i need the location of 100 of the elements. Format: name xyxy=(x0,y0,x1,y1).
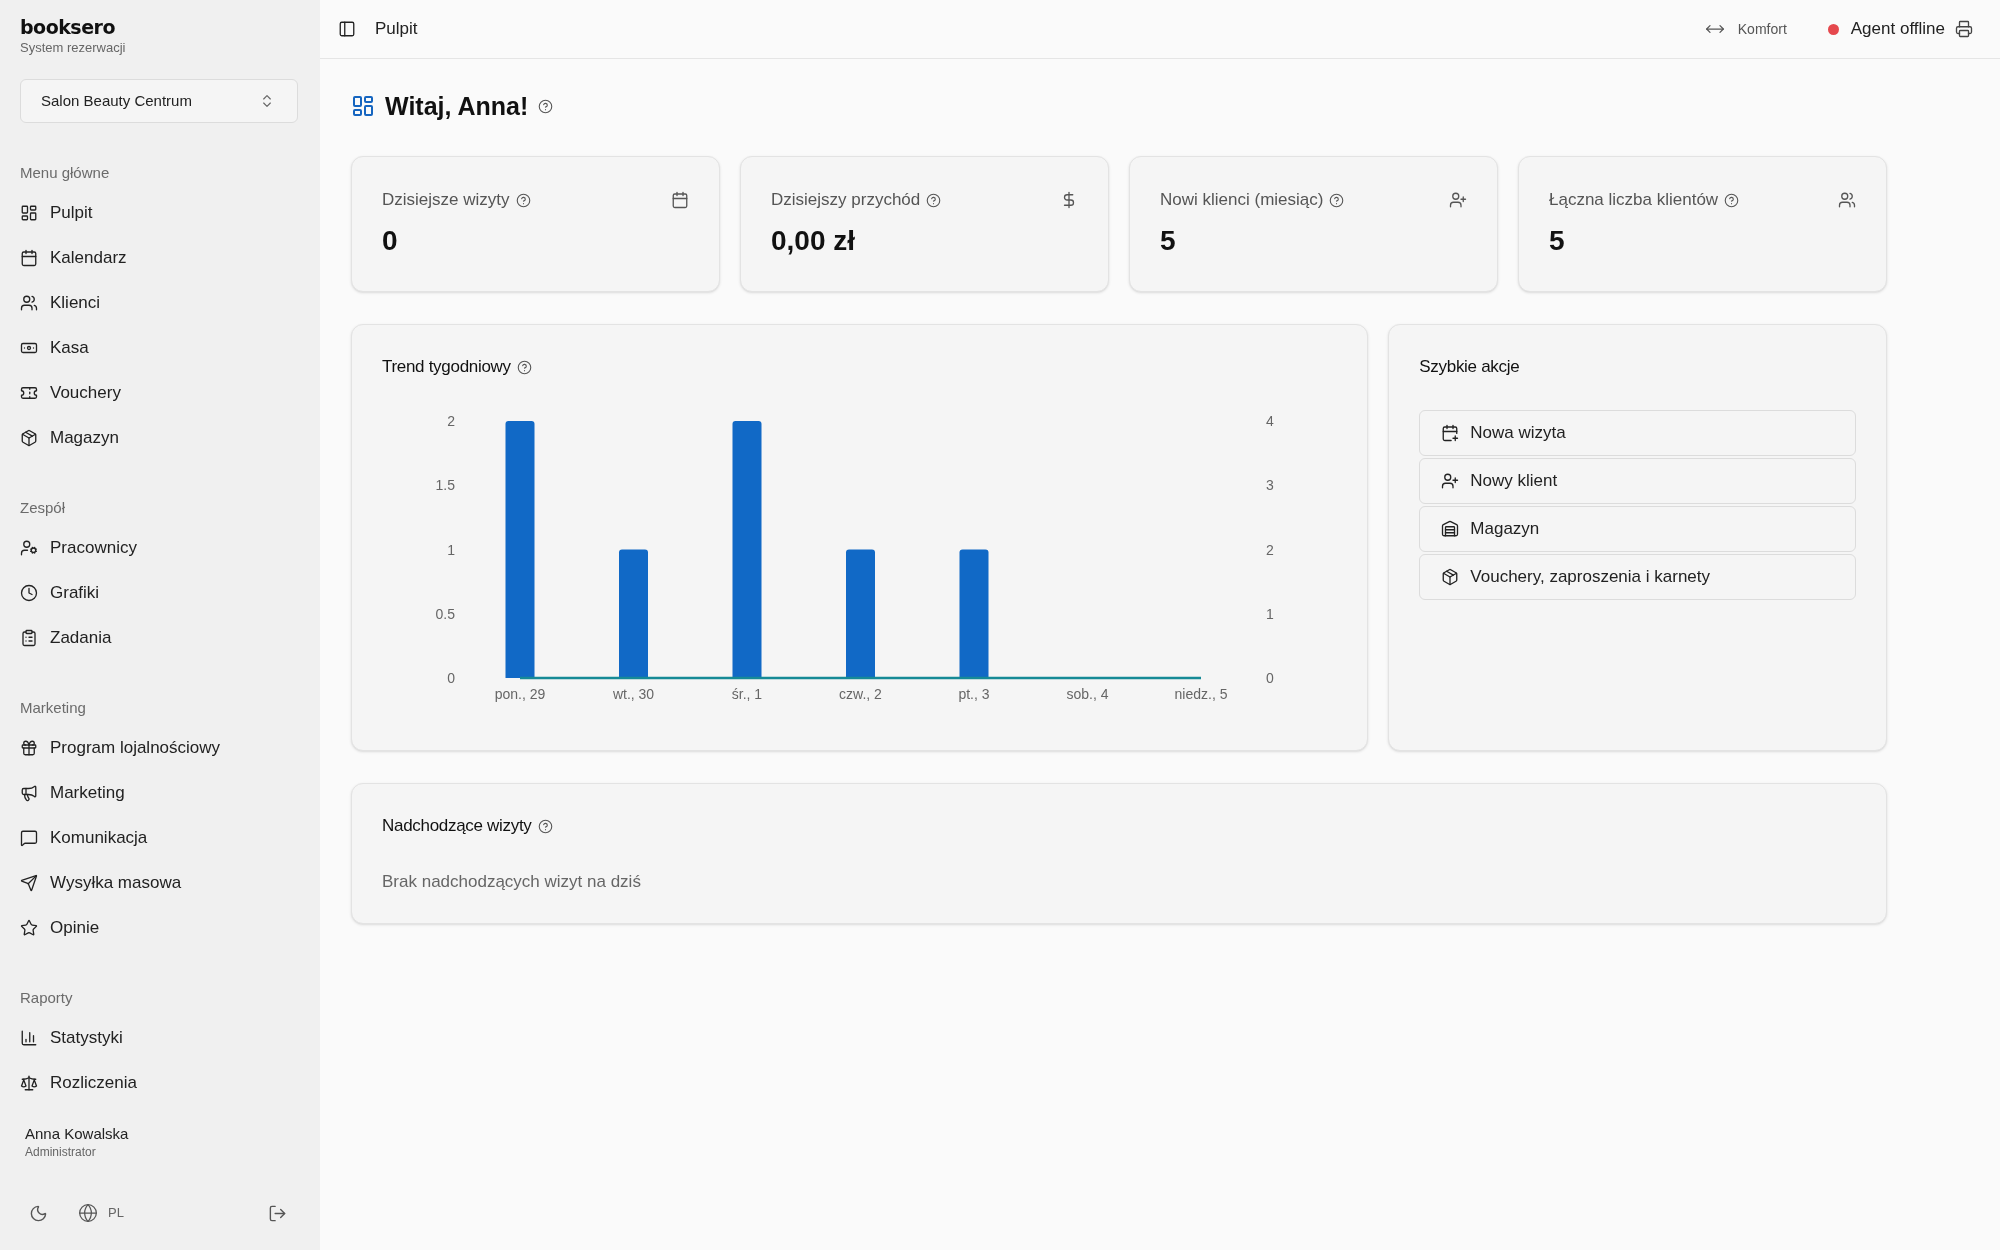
nav-link[interactable]: Marketing xyxy=(20,781,125,804)
megaphone-icon xyxy=(20,783,38,802)
help-icon xyxy=(516,359,532,375)
help-icon xyxy=(1724,192,1740,208)
nav-link[interactable]: Wysyłka masowa xyxy=(20,871,182,894)
axis-tick-label: 1 xyxy=(1266,605,1274,622)
axis-category-label: sob., 4 xyxy=(1066,686,1109,702)
card-title: Szybkie akcje xyxy=(1419,356,1521,378)
stat-value: 0 xyxy=(382,224,399,258)
help-icon xyxy=(926,192,942,208)
sidebar-toggle-button[interactable] xyxy=(338,20,356,38)
calendar-icon xyxy=(671,191,689,209)
help-icon xyxy=(537,818,553,834)
stat-value: 0,00 zł xyxy=(771,224,857,258)
axis-category-label: wt., 30 xyxy=(612,686,655,702)
print-button[interactable] xyxy=(1955,20,1973,38)
dashboard-icon xyxy=(20,203,38,222)
chat-bubble-icon xyxy=(20,828,38,847)
card-title: Trend tygodniowy xyxy=(382,356,511,378)
quick-action-button[interactable]: Vouchery, zaproszenia i karnety xyxy=(1419,554,1856,600)
printer-icon xyxy=(1955,20,1973,38)
axis-tick-label: 0.5 xyxy=(435,605,455,622)
nav-link[interactable]: Program lojalnościowy xyxy=(20,736,221,759)
nav-link[interactable]: Pulpit xyxy=(20,201,93,224)
paper-plane-icon xyxy=(20,873,38,892)
nav-link[interactable]: Kasa xyxy=(20,336,89,359)
stat-label: Dzisiejsze wizyty xyxy=(382,189,510,211)
calendar-plus-icon xyxy=(1441,424,1460,442)
location-select[interactable]: Salon Beauty Centrum xyxy=(20,79,298,123)
nav-link[interactable]: Klienci xyxy=(20,291,101,314)
user-gear-icon xyxy=(20,538,38,557)
quick-action-button[interactable]: Magazyn xyxy=(1419,506,1856,552)
stat-label: Łączna liczba klientów xyxy=(1549,189,1719,211)
nav-link[interactable]: Magazyn xyxy=(20,426,119,449)
stat-value: 5 xyxy=(1549,224,1566,258)
card-title: Nadchodzące wizyty xyxy=(382,815,532,837)
stat-label: Dzisiejszy przychód xyxy=(771,189,921,211)
section-heading: Raporty xyxy=(20,988,74,1008)
nav-link[interactable]: Rozliczenia xyxy=(20,1071,137,1094)
logout-button[interactable] xyxy=(267,1203,287,1223)
gift-icon xyxy=(20,738,38,757)
axis-tick-label: 1 xyxy=(447,541,455,558)
quick-action-button[interactable]: Nowa wizyta xyxy=(1419,410,1856,456)
warehouse-icon xyxy=(1441,520,1460,538)
moon-icon xyxy=(28,1203,48,1223)
panel-icon xyxy=(338,20,356,38)
axis-category-label: pt., 3 xyxy=(958,686,990,702)
axis-category-label: czw., 2 xyxy=(839,686,882,702)
section-heading: Menu główne xyxy=(20,163,111,183)
nav-link[interactable]: Kalendarz xyxy=(20,246,127,269)
theme-toggle-button[interactable] xyxy=(28,1203,48,1223)
axis-category-label: pon., 29 xyxy=(494,686,546,702)
star-icon xyxy=(20,918,38,937)
axis-tick-label: 1.5 xyxy=(435,477,455,494)
users-icon xyxy=(1838,191,1856,209)
help-icon xyxy=(1329,192,1345,208)
calendar-icon xyxy=(20,248,38,267)
nav-link[interactable]: Opinie xyxy=(20,916,100,939)
scales-icon xyxy=(20,1073,38,1092)
clock-icon xyxy=(20,583,38,602)
axis-category-label: śr., 1 xyxy=(731,686,763,702)
axis-tick-label: 0 xyxy=(447,670,455,686)
nav-link[interactable]: Pracownicy xyxy=(20,536,137,559)
nav-link[interactable]: Komunikacja xyxy=(20,826,148,849)
user-plus-icon xyxy=(1441,472,1460,490)
box-icon xyxy=(1441,568,1460,586)
page-heading: Witaj, Anna! xyxy=(385,91,529,121)
axis-tick-label: 2 xyxy=(447,413,455,429)
user-plus-icon xyxy=(1449,191,1467,209)
user-role: Administrator xyxy=(25,1145,97,1160)
dashboard-icon xyxy=(351,94,375,118)
help-icon xyxy=(538,98,554,114)
empty-state-text: Brak nadchodzących wizyt na dziś xyxy=(382,871,642,893)
box-icon xyxy=(20,428,38,447)
nav-link[interactable]: Statystyki xyxy=(20,1026,123,1049)
page-title: Pulpit xyxy=(375,18,418,41)
globe-icon xyxy=(78,1203,98,1223)
nav-link[interactable]: Zadania xyxy=(20,626,112,649)
axis-category-label: niedz., 5 xyxy=(1174,686,1228,702)
stat-value: 5 xyxy=(1160,224,1177,258)
nav-link[interactable]: Vouchery xyxy=(20,381,121,404)
axis-tick-label: 4 xyxy=(1266,413,1274,429)
axis-tick-label: 0 xyxy=(1266,670,1274,686)
language-button[interactable]: PL xyxy=(78,1203,124,1223)
agent-status: Agent offline xyxy=(1850,18,1945,41)
section-heading: Zespół xyxy=(20,498,67,518)
users-icon xyxy=(20,293,38,312)
user-name: Anna Kowalska xyxy=(25,1125,130,1143)
help-icon xyxy=(515,192,531,208)
brand-logo: booksero xyxy=(20,16,116,38)
section-heading: Marketing xyxy=(20,698,87,718)
stat-label: Nowi klienci (miesiąc) xyxy=(1160,189,1324,211)
bar-chart-icon xyxy=(20,1028,38,1047)
density-button[interactable]: Komfort xyxy=(1704,18,1787,40)
nav-link[interactable]: Grafiki xyxy=(20,581,100,604)
clipboard-icon xyxy=(20,628,38,647)
quick-action-button[interactable]: Nowy klient xyxy=(1419,458,1856,504)
logout-icon xyxy=(267,1203,287,1223)
axis-tick-label: 2 xyxy=(1266,541,1274,558)
axis-tick-label: 3 xyxy=(1266,477,1274,494)
